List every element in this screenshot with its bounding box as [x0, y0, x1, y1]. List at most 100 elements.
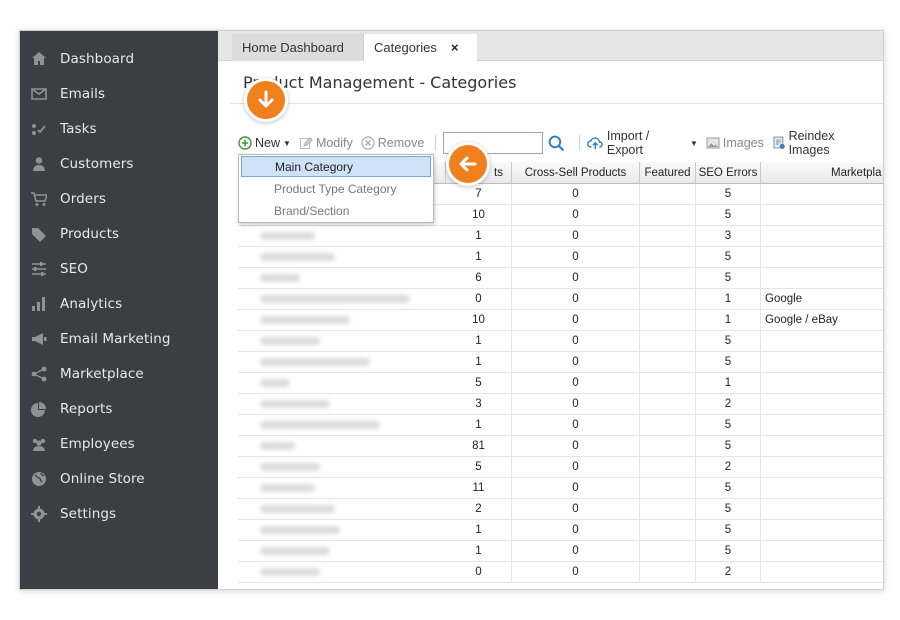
- plus-circle-icon: [238, 136, 252, 150]
- sidebar-item-customers[interactable]: Customers: [20, 146, 218, 181]
- column-header-featured[interactable]: Featured: [640, 162, 696, 184]
- redacted-name: [260, 232, 315, 240]
- cell-cross-sell: 0: [512, 205, 640, 226]
- column-header-seo-errors[interactable]: SEO Errors: [696, 162, 761, 184]
- table-row[interactable]: 50 2: [238, 457, 883, 478]
- table-row[interactable]: 10 0 1 Google / eBay: [238, 310, 883, 331]
- menu-item-brand-section[interactable]: Brand/Section: [241, 200, 431, 221]
- table-row[interactable]: 10 5: [238, 541, 883, 562]
- cell-marketplace: [761, 373, 883, 394]
- sidebar-item-emails[interactable]: Emails: [20, 76, 218, 111]
- cell-featured: [640, 331, 696, 352]
- sidebar-item-seo[interactable]: SEO: [20, 251, 218, 286]
- cell-name: [238, 436, 446, 457]
- modify-button[interactable]: Modify: [299, 136, 353, 150]
- column-header-cross-sell[interactable]: Cross-Sell Products: [512, 162, 640, 184]
- sidebar-item-marketplace[interactable]: Marketplace: [20, 356, 218, 391]
- table-row[interactable]: 0 0 1 Google: [238, 289, 883, 310]
- cell-featured: [640, 268, 696, 289]
- menu-item-product-type-category[interactable]: Product Type Category: [241, 178, 431, 199]
- redacted-name: [260, 421, 380, 429]
- sidebar-item-settings[interactable]: Settings: [20, 496, 218, 531]
- sidebar-item-analytics[interactable]: Analytics: [20, 286, 218, 321]
- cell-featured: [640, 373, 696, 394]
- bar-chart-icon: [30, 296, 48, 312]
- cell-cross-sell: 0: [512, 352, 640, 373]
- cell-products: 3: [446, 394, 512, 415]
- cell-seo-errors: 5: [696, 205, 761, 226]
- cell-products: 1: [446, 415, 512, 436]
- sidebar-item-tasks[interactable]: Tasks: [20, 111, 218, 146]
- table-row[interactable]: 10 3: [238, 226, 883, 247]
- table-row[interactable]: 60 5: [238, 268, 883, 289]
- tab-home-dashboard[interactable]: Home Dashboard: [232, 34, 364, 61]
- cell-marketplace: [761, 499, 883, 520]
- table-row[interactable]: 00 2: [238, 562, 883, 583]
- cell-featured: [640, 226, 696, 247]
- redacted-name: [260, 274, 300, 282]
- images-label: Images: [722, 136, 764, 150]
- cell-cross-sell: 0: [512, 457, 640, 478]
- cell-seo-errors: 5: [696, 436, 761, 457]
- sidebar-item-online-store[interactable]: Online Store: [20, 461, 218, 496]
- remove-button[interactable]: Remove: [361, 136, 424, 150]
- share-icon: [30, 366, 48, 382]
- cell-featured: [640, 205, 696, 226]
- cell-marketplace: [761, 226, 883, 247]
- menu-item-main-category[interactable]: Main Category: [241, 156, 431, 177]
- sidebar-item-orders[interactable]: Orders: [20, 181, 218, 216]
- cell-featured: [640, 499, 696, 520]
- sidebar-item-employees[interactable]: Employees: [20, 426, 218, 461]
- cell-cross-sell: 0: [512, 499, 640, 520]
- table-row[interactable]: 50 1: [238, 373, 883, 394]
- cell-name: [238, 562, 446, 583]
- table-row[interactable]: 81 0 5: [238, 436, 883, 457]
- sidebar-item-dashboard[interactable]: Dashboard: [20, 41, 218, 76]
- table-row[interactable]: 10 5: [238, 331, 883, 352]
- reindex-icon: [773, 136, 785, 149]
- cell-featured: [640, 352, 696, 373]
- cell-cross-sell: 0: [512, 415, 640, 436]
- column-header-marketplace[interactable]: Marketpla: [761, 162, 883, 184]
- redacted-name: [260, 295, 410, 303]
- cell-featured: [640, 394, 696, 415]
- table-row[interactable]: 30 2: [238, 394, 883, 415]
- cell-name: [238, 478, 446, 499]
- cell-products: 10: [446, 205, 512, 226]
- table-row[interactable]: 10 5: [238, 352, 883, 373]
- tab-categories[interactable]: Categories ×: [364, 34, 477, 61]
- cell-seo-errors: 2: [696, 457, 761, 478]
- cell-name: [238, 373, 446, 394]
- table-row[interactable]: 10 5: [238, 415, 883, 436]
- cell-seo-errors: 3: [696, 226, 761, 247]
- tab-bar: Home Dashboard Categories ×: [218, 31, 883, 61]
- cell-cross-sell: 0: [512, 520, 640, 541]
- table-row[interactable]: 11 0 5: [238, 478, 883, 499]
- redacted-name: [260, 253, 335, 261]
- cell-cross-sell: 0: [512, 373, 640, 394]
- redacted-name: [260, 463, 320, 471]
- cell-name: [238, 247, 446, 268]
- search-button[interactable]: [548, 135, 568, 152]
- cell-featured: [640, 247, 696, 268]
- import-export-button[interactable]: Import / Export ▼: [587, 129, 698, 157]
- cell-marketplace: [761, 205, 883, 226]
- table-row[interactable]: 10 5: [238, 247, 883, 268]
- cell-name: [238, 352, 446, 373]
- redacted-name: [260, 337, 320, 345]
- table-row[interactable]: 10 5: [238, 520, 883, 541]
- table-row[interactable]: 20 5: [238, 499, 883, 520]
- close-icon[interactable]: ×: [451, 40, 459, 55]
- envelope-icon: [30, 86, 48, 102]
- cell-seo-errors: 1: [696, 289, 761, 310]
- cloud-upload-icon: [587, 137, 604, 149]
- sidebar-item-email-marketing[interactable]: Email Marketing: [20, 321, 218, 356]
- sidebar-item-reports[interactable]: Reports: [20, 391, 218, 426]
- cell-featured: [640, 415, 696, 436]
- sidebar-item-products[interactable]: Products: [20, 216, 218, 251]
- cell-cross-sell: 0: [512, 226, 640, 247]
- reindex-images-button[interactable]: Reindex Images: [772, 129, 877, 157]
- images-button[interactable]: Images: [706, 136, 764, 150]
- new-button[interactable]: New ▼: [238, 136, 291, 150]
- cell-name: [238, 310, 446, 331]
